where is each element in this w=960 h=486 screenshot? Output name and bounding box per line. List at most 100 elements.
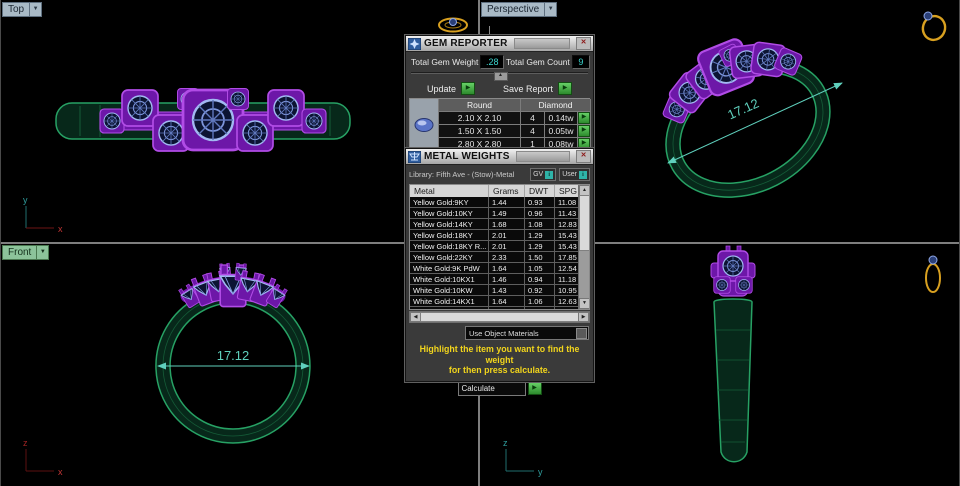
total-gem-weight-value[interactable]: .28 (480, 55, 505, 69)
metal-row[interactable]: White Gold:10KW 1.43 0.92 10.95 (410, 285, 589, 296)
metal-cell: White Gold:10KW (413, 285, 473, 295)
grams-cell: 2.01 (488, 230, 524, 240)
col-grams[interactable]: Grams (488, 185, 524, 197)
collapse-toggle-icon[interactable]: ▲ (493, 72, 508, 81)
gem-weight-cell: 0.05tw (545, 125, 578, 138)
gv-label: GV (533, 171, 544, 178)
user-library-button[interactable]: User i (559, 168, 590, 181)
gem-thumbnail (410, 99, 439, 151)
metal-row[interactable]: White Gold:14K PdW 1.87 1.20 14.33 (410, 307, 589, 310)
grams-cell: 2.01 (488, 241, 524, 251)
metal-row[interactable]: White Gold:9K PdW 1.64 1.05 12.54 (410, 263, 589, 274)
use-object-materials-dropdown[interactable]: Use Object Materials (465, 326, 589, 340)
metal-cell: Yellow Gold:14KY (413, 219, 473, 229)
grams-cell: 1.68 (488, 219, 524, 229)
materials-dropdown-row: Use Object Materials (406, 323, 593, 341)
instruction-line-1: Highlight the item you want to find the … (419, 344, 580, 365)
col-dwt[interactable]: DWT (524, 185, 554, 197)
metal-row[interactable]: Yellow Gold:18KY 2.01 1.29 15.43 (410, 230, 589, 241)
metal-weights-table: Metal Grams DWT SPG Yellow Gold:9KY 1.44… (409, 184, 590, 310)
gem-totals-row: Total Gem Weight .28 Total Gem Count 9 (406, 52, 593, 71)
window-edge-left (0, 0, 1, 486)
grams-cell: 1.64 (488, 263, 524, 273)
calculate-button[interactable]: Calculate (457, 381, 526, 396)
update-button[interactable]: ▶ (461, 82, 475, 95)
metal-cell: White Gold:9K PdW (413, 263, 480, 273)
metal-weights-titlebar[interactable]: METAL WEIGHTS ✕ (406, 149, 593, 165)
metal-library-row: Library: Fifth Ave - (Stow)-Metal GV i U… (406, 165, 593, 182)
metal-row[interactable]: Yellow Gold:14KY 1.68 1.08 12.83 (410, 219, 589, 230)
grams-cell: 1.64 (488, 296, 524, 306)
dwt-cell: 1.05 (524, 263, 554, 273)
dwt-cell: 1.08 (524, 219, 554, 229)
scrollbar-thumb[interactable] (579, 195, 589, 251)
dwt-cell: 0.92 (524, 285, 554, 295)
gem-count-cell: 4 (521, 125, 545, 138)
metal-row[interactable]: Yellow Gold:22KY 2.33 1.50 17.85 (410, 252, 589, 263)
titlebar-handle (515, 151, 570, 162)
grams-cell: 1.44 (488, 197, 524, 207)
scrollbar-thumb[interactable] (420, 312, 579, 322)
gem-summary-table: Round Diamond 2.10 X 2.10 4 0.14tw ▶ 1.5… (409, 98, 591, 152)
calculate-go-button[interactable]: ▶ (527, 382, 542, 396)
instruction-text: Highlight the item you want to find the … (406, 344, 593, 376)
info-icon[interactable]: i (545, 170, 554, 179)
total-gem-count-value[interactable]: 9 (571, 55, 590, 69)
dwt-cell: 1.29 (524, 241, 554, 251)
grams-cell: 1.46 (488, 274, 524, 284)
calculate-row: Calculate ▶ (406, 381, 593, 396)
info-icon[interactable]: i (579, 170, 587, 179)
viewport-title: Front (2, 245, 38, 260)
viewport-label-front[interactable]: Front ▼ (2, 245, 50, 260)
gem-reporter-titlebar[interactable]: GEM REPORTER ✕ (406, 36, 593, 52)
gem-reporter-actions: Update ▶ Save Report ▶ (406, 82, 593, 95)
metal-cell: Yellow Gold:9KY (413, 197, 469, 207)
round-gem-icon (414, 117, 434, 132)
metal-weights-panel: METAL WEIGHTS ✕ Library: Fifth Ave - (St… (404, 147, 595, 396)
gem-row-select-button[interactable]: ▶ (578, 112, 590, 124)
vertical-scrollbar[interactable]: ▲ ▼ (578, 185, 589, 309)
chevron-down-icon[interactable]: ▼ (30, 2, 43, 17)
metal-cell: White Gold:14KX1 (413, 296, 475, 306)
gem-size-cell[interactable]: 1.50 X 1.50 (439, 125, 521, 138)
grams-cell: 1.49 (488, 208, 524, 218)
dropdown-button-icon[interactable] (576, 327, 587, 339)
close-icon[interactable]: ✕ (576, 37, 591, 50)
gem-size-cell[interactable]: 2.10 X 2.10 (439, 112, 521, 125)
metal-row[interactable]: Yellow Gold:18KY R... 2.01 1.29 15.43 (410, 241, 589, 252)
save-report-button[interactable]: ▶ (558, 82, 573, 95)
close-icon[interactable]: ✕ (576, 150, 591, 163)
metal-row[interactable]: White Gold:14KX1 1.64 1.06 12.63 (410, 296, 589, 307)
dwt-cell: 0.94 (524, 274, 554, 284)
metal-cell: White Gold:14K PdW (410, 307, 488, 310)
metal-cell: White Gold:10KX1 (413, 274, 475, 284)
instruction-line-2: for then press calculate. (448, 365, 551, 376)
gem-count-cell: 4 (521, 112, 545, 125)
metal-row[interactable]: Yellow Gold:10KY 1.49 0.96 11.43 (410, 208, 589, 219)
grams-cell: 2.33 (488, 252, 524, 262)
viewport-label-top[interactable]: Top ▼ (2, 2, 43, 17)
panel-stem-top (489, 26, 490, 35)
scroll-right-icon[interactable]: ▶ (578, 312, 589, 322)
gem-reporter-panel: GEM REPORTER ✕ Total Gem Weight .28 Tota… (404, 34, 595, 152)
col-metal[interactable]: Metal (410, 185, 488, 197)
metal-weights-icon (408, 150, 421, 163)
chevron-down-icon[interactable]: ▼ (37, 245, 50, 260)
gv-library-button[interactable]: GV i (530, 168, 557, 181)
user-label: User (562, 171, 577, 178)
scroll-down-icon[interactable]: ▼ (579, 298, 589, 309)
gem-row-select-button[interactable]: ▶ (578, 125, 590, 137)
viewport-label-perspective[interactable]: Perspective ▼ (481, 2, 558, 17)
dwt-cell: 1.20 (524, 307, 554, 309)
dwt-cell: 0.96 (524, 208, 554, 218)
gem-weight-cell: 0.14tw (545, 112, 578, 125)
metal-cell: Yellow Gold:18KY R... (413, 241, 487, 251)
panel-title: METAL WEIGHTS (424, 151, 510, 162)
jewelry-cad-workspace: { "viewports": { "top": { "label": "Top"… (0, 0, 960, 486)
dwt-cell: 0.93 (524, 197, 554, 207)
chevron-down-icon[interactable]: ▼ (545, 2, 558, 17)
metal-row[interactable]: Yellow Gold:9KY 1.44 0.93 11.08 (410, 197, 589, 208)
horizontal-scrollbar[interactable]: ◀ ▶ (409, 311, 590, 323)
metal-row[interactable]: White Gold:10KX1 1.46 0.94 11.18 (410, 274, 589, 285)
grams-cell: 1.87 (488, 307, 524, 309)
